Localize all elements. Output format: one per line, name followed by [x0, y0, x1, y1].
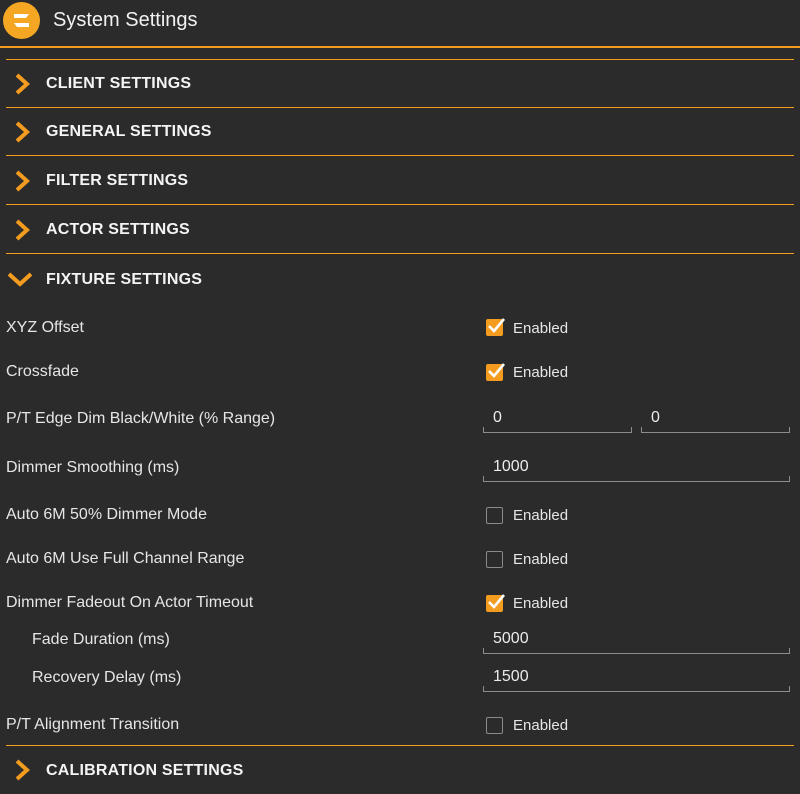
chevron-right-icon — [15, 219, 30, 241]
section-label: ACTOR SETTINGS — [46, 221, 190, 238]
section-client-settings[interactable]: CLIENT SETTINGS — [6, 60, 794, 108]
auto-6m-full-enabled-label: Enabled — [513, 551, 569, 568]
crossfade-enabled-label: Enabled — [513, 364, 569, 381]
fade-duration-input[interactable]: 5000 — [483, 628, 790, 654]
auto-6m-50-enabled-label: Enabled — [513, 507, 569, 524]
chevron-down-icon — [7, 272, 33, 287]
pt-alignment-label: P/T Alignment Transition — [6, 716, 180, 733]
auto-6m-full-label: Auto 6M Use Full Channel Range — [6, 550, 245, 567]
recovery-delay-input[interactable]: 1500 — [483, 666, 790, 692]
auto-6m-full-checkbox[interactable] — [486, 551, 503, 568]
section-filter-settings[interactable]: FILTER SETTINGS — [6, 157, 794, 205]
section-label: FILTER SETTINGS — [46, 172, 189, 189]
input-value: 0 — [651, 409, 660, 426]
crossfade-label: Crossfade — [6, 363, 79, 380]
pt-alignment-enabled-label: Enabled — [513, 717, 569, 734]
check-icon — [488, 594, 505, 609]
section-label: FIXTURE SETTINGS — [46, 271, 203, 288]
chevron-right-icon — [15, 170, 30, 192]
check-icon — [488, 318, 505, 333]
input-value: 1000 — [493, 458, 529, 475]
section-label: CALIBRATION SETTINGS — [46, 762, 244, 779]
section-actor-settings[interactable]: ACTOR SETTINGS — [6, 206, 794, 254]
section-general-settings[interactable]: GENERAL SETTINGS — [6, 108, 794, 156]
xyz-offset-checkbox[interactable] — [486, 318, 505, 336]
app-bar: System Settings — [0, 0, 800, 48]
dimmer-fadeout-checkbox[interactable] — [486, 594, 505, 612]
input-value: 0 — [493, 409, 502, 426]
input-value: 5000 — [493, 630, 529, 647]
check-icon — [488, 363, 505, 378]
pt-alignment-checkbox[interactable] — [486, 717, 503, 734]
chevron-right-icon — [15, 73, 30, 95]
dimmer-smoothing-label: Dimmer Smoothing (ms) — [6, 459, 180, 476]
section-label: CLIENT SETTINGS — [46, 75, 192, 92]
pt-edge-dim-white-input[interactable]: 0 — [641, 407, 790, 433]
fade-duration-label: Fade Duration (ms) — [32, 631, 170, 648]
xyz-offset-label: XYZ Offset — [6, 319, 84, 336]
auto-6m-50-checkbox[interactable] — [486, 507, 503, 524]
chevron-right-icon — [15, 121, 30, 143]
section-label: GENERAL SETTINGS — [46, 123, 212, 140]
app-logo-icon[interactable] — [3, 2, 40, 39]
section-fixture-settings[interactable]: FIXTURE SETTINGS — [6, 256, 794, 303]
section-calibration-settings[interactable]: CALIBRATION SETTINGS — [6, 746, 794, 793]
page-title: System Settings — [53, 9, 198, 31]
divider — [6, 59, 794, 60]
xyz-offset-enabled-label: Enabled — [513, 320, 569, 337]
pt-edge-dim-black-input[interactable]: 0 — [483, 407, 632, 433]
pt-edge-dim-label: P/T Edge Dim Black/White (% Range) — [6, 410, 276, 427]
recovery-delay-label: Recovery Delay (ms) — [32, 669, 182, 686]
dimmer-fadeout-enabled-label: Enabled — [513, 595, 569, 612]
crossfade-checkbox[interactable] — [486, 363, 505, 381]
dimmer-smoothing-input[interactable]: 1000 — [483, 456, 790, 482]
chevron-right-icon — [15, 759, 30, 781]
input-value: 1500 — [493, 668, 529, 685]
dimmer-fadeout-label: Dimmer Fadeout On Actor Timeout — [6, 594, 254, 611]
auto-6m-50-label: Auto 6M 50% Dimmer Mode — [6, 506, 207, 523]
